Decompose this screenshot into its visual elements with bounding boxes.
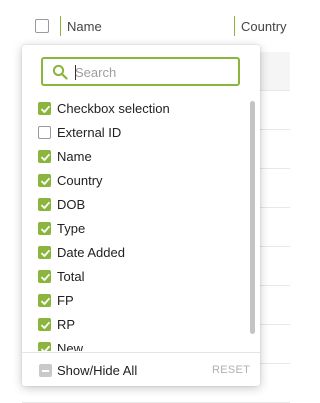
checkbox-checked[interactable]: [38, 150, 51, 163]
search-box[interactable]: [41, 57, 240, 86]
column-toggle-item[interactable]: Total: [38, 265, 238, 289]
checkmark-icon: [41, 297, 50, 305]
checkbox-checked[interactable]: [38, 318, 51, 331]
checkbox-checked[interactable]: [38, 270, 51, 283]
column-separator[interactable]: [60, 16, 61, 36]
checkbox-unchecked[interactable]: [38, 126, 51, 139]
column-toggle-item[interactable]: RP: [38, 313, 238, 337]
show-hide-all-label[interactable]: Show/Hide All: [57, 363, 137, 378]
column-toggle-label: Type: [57, 221, 86, 236]
column-separator[interactable]: [234, 16, 235, 36]
reset-button[interactable]: RESET: [212, 363, 250, 377]
text-cursor: [75, 65, 76, 80]
checkmark-icon: [41, 321, 50, 329]
checkmark-icon: [41, 345, 50, 351]
column-list: Checkbox selection External ID Name Country…: [22, 96, 248, 351]
checkbox-checked[interactable]: [38, 294, 51, 307]
scrollbar-thumb[interactable]: [250, 101, 255, 334]
checkbox-checked[interactable]: [38, 102, 51, 115]
select-all-checkbox[interactable]: [35, 19, 49, 33]
column-header-name[interactable]: Name: [67, 19, 102, 34]
column-toggle-label: Checkbox selection: [57, 101, 170, 116]
panel-footer: Show/Hide All RESET: [22, 352, 260, 386]
column-toggle-label: Date Added: [57, 245, 125, 260]
column-toggle-label: New: [57, 341, 84, 351]
checkmark-icon: [41, 225, 50, 233]
column-toggle-label: External ID: [57, 125, 122, 140]
checkbox-checked[interactable]: [38, 198, 51, 211]
checkbox-checked[interactable]: [38, 246, 51, 259]
column-toggle-label: RP: [57, 317, 76, 332]
checkbox-checked[interactable]: [38, 174, 51, 187]
column-toggle-item[interactable]: External ID: [38, 121, 238, 145]
column-toggle-item[interactable]: New: [38, 337, 238, 351]
column-header-country[interactable]: Country: [241, 19, 287, 34]
indeterminate-icon: [42, 370, 49, 372]
column-toggle-item[interactable]: Date Added: [38, 241, 238, 265]
checkmark-icon: [41, 201, 50, 209]
column-toggle-label: Country: [57, 173, 103, 188]
scrollbar[interactable]: [250, 96, 257, 351]
checkmark-icon: [41, 153, 50, 161]
column-toggle-label: Total: [57, 269, 85, 284]
column-toggle-item[interactable]: Checkbox selection: [38, 97, 238, 121]
column-toggle-item[interactable]: Country: [38, 169, 238, 193]
column-toggle-label: Name: [57, 149, 92, 164]
checkmark-icon: [41, 105, 50, 113]
search-icon: [52, 64, 68, 80]
column-toggle-item[interactable]: Type: [38, 217, 238, 241]
checkbox-checked[interactable]: [38, 342, 51, 351]
column-toggle-item[interactable]: FP: [38, 289, 238, 313]
column-toggle-label: FP: [57, 293, 74, 308]
checkmark-icon: [41, 177, 50, 185]
checkbox-checked[interactable]: [38, 222, 51, 235]
search-input[interactable]: [75, 62, 235, 82]
column-toggle-item[interactable]: Name: [38, 145, 238, 169]
checkmark-icon: [41, 249, 50, 257]
checkmark-icon: [41, 273, 50, 281]
show-hide-all-checkbox[interactable]: [39, 364, 52, 377]
column-toggle-item[interactable]: DOB: [38, 193, 238, 217]
column-visibility-panel: Checkbox selection External ID Name Country…: [22, 45, 260, 386]
column-toggle-label: DOB: [57, 197, 86, 212]
